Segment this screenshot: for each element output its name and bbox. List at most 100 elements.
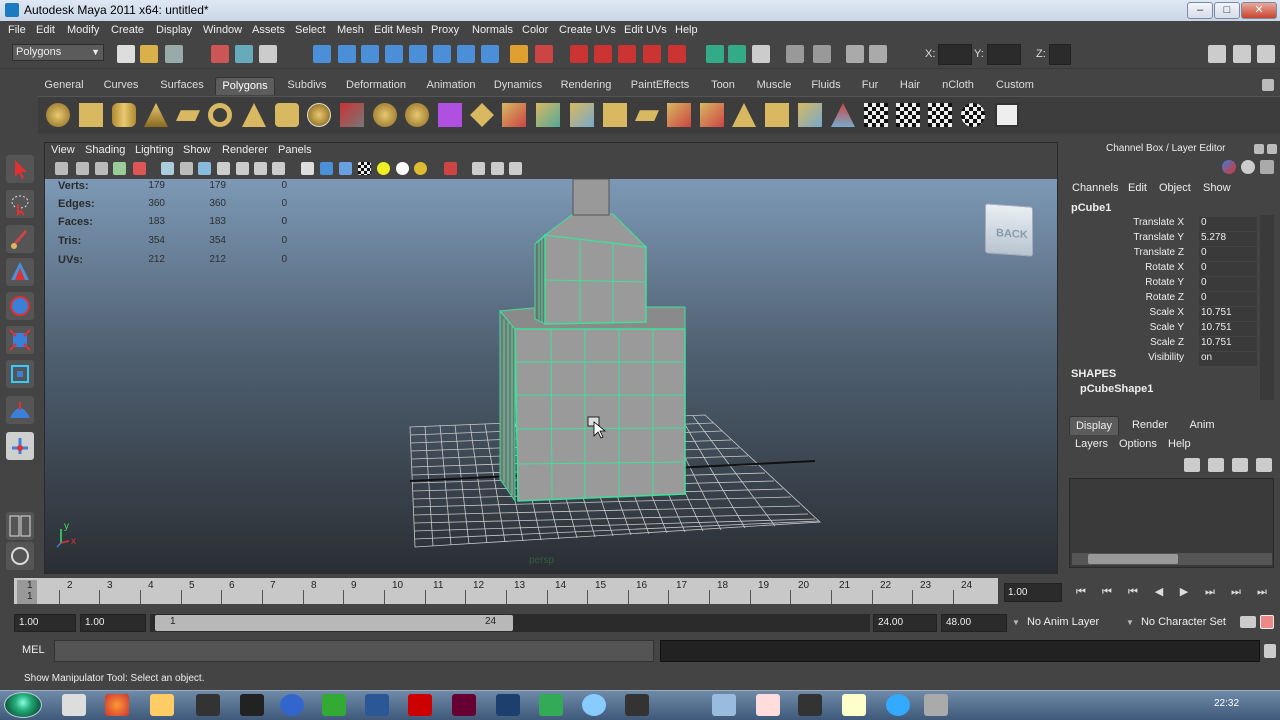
combine-icon[interactable]	[340, 103, 364, 127]
lasso-tool-icon[interactable]	[6, 190, 34, 218]
taskbar-dreamweaver-icon[interactable]	[539, 694, 563, 716]
tab-surfaces[interactable]: Surfaces	[154, 77, 210, 95]
playback-start-field[interactable]: 1.00	[80, 614, 146, 632]
isolate-select-icon[interactable]	[444, 162, 457, 175]
xray-icon[interactable]	[472, 162, 485, 175]
new-scene-icon[interactable]	[117, 45, 135, 63]
trash-icon[interactable]	[1262, 79, 1274, 91]
menu-mesh[interactable]: Mesh	[337, 24, 364, 36]
taskbar-photoshop-icon[interactable]	[496, 694, 520, 716]
bridge-icon[interactable]	[502, 103, 526, 127]
layer-tab-anim[interactable]: Anim	[1180, 416, 1224, 435]
wireframe-icon[interactable]	[301, 162, 314, 175]
channel-box-scrollbar[interactable]	[1260, 215, 1274, 400]
channel-rotate-z[interactable]: Rotate Z 0	[1068, 292, 1258, 306]
taskbar-app-icon[interactable]	[756, 694, 780, 716]
close-button[interactable]: ✕	[1241, 2, 1277, 19]
cylindrical-map-icon[interactable]	[896, 103, 920, 127]
help-icon[interactable]	[481, 45, 499, 63]
script-editor-icon[interactable]	[1264, 644, 1276, 658]
panel-menu-show[interactable]: Show	[183, 144, 211, 156]
attribute-editor-toggle-icon[interactable]	[1208, 45, 1226, 63]
tab-painteffects[interactable]: PaintEffects	[625, 77, 695, 95]
menu-create[interactable]: Create	[111, 24, 144, 36]
key-icon[interactable]	[1240, 616, 1256, 628]
separate-icon[interactable]	[373, 103, 397, 127]
layer-list[interactable]	[1069, 478, 1274, 568]
layer-menu-layers[interactable]: Layers	[1075, 438, 1108, 450]
channel-value[interactable]: 5.278	[1199, 232, 1257, 246]
snap-plane-icon[interactable]	[385, 45, 403, 63]
range-slider-handle[interactable]	[155, 615, 513, 631]
selection-mask-icon[interactable]	[535, 45, 553, 63]
use-default-lighting-icon[interactable]	[377, 162, 390, 175]
snap-magnet-icon[interactable]	[594, 45, 612, 63]
channel-value[interactable]: 10.751	[1199, 337, 1257, 351]
taskbar-app-icon[interactable]	[842, 694, 866, 716]
soft-modification-icon[interactable]	[6, 396, 34, 424]
layer-tab-display[interactable]: Display	[1069, 416, 1119, 435]
panel-menu-renderer[interactable]: Renderer	[222, 144, 268, 156]
y-input[interactable]	[987, 44, 1021, 65]
scale-tool-icon[interactable]	[6, 326, 34, 354]
menu-modify[interactable]: Modify	[67, 24, 99, 36]
snap-grid-icon[interactable]	[313, 45, 331, 63]
command-language-label[interactable]: MEL	[22, 644, 45, 656]
tab-muscle[interactable]: Muscle	[752, 77, 796, 95]
channel-value[interactable]: 0	[1199, 292, 1257, 306]
poly-soccer-ball-icon[interactable]	[307, 103, 331, 127]
taskbar-app-icon[interactable]	[924, 694, 948, 716]
taskbar-app-icon[interactable]	[798, 694, 822, 716]
perspective-viewport[interactable]: Verts: 179 179 0 Edges: 360 360 0 Faces:…	[45, 179, 1057, 573]
lock-icon[interactable]	[510, 45, 528, 63]
channel-menu-show[interactable]: Show	[1203, 182, 1231, 194]
go-to-end-icon[interactable]: ⏭	[1255, 585, 1269, 599]
channel-menu-edit[interactable]: Edit	[1128, 182, 1147, 194]
make-live-icon[interactable]	[409, 45, 427, 63]
animation-preferences-icon[interactable]	[1260, 615, 1274, 629]
channel-scale-x[interactable]: Scale X 10.751	[1068, 307, 1258, 321]
start-button-icon[interactable]	[4, 692, 42, 718]
channel-value[interactable]: 0	[1199, 277, 1257, 291]
close-panel-icon[interactable]	[1267, 144, 1277, 154]
channel-rotate-x[interactable]: Rotate X 0	[1068, 262, 1258, 276]
resolution-gate-icon[interactable]	[198, 162, 211, 175]
move-layer-down-icon[interactable]	[1208, 458, 1224, 472]
channel-box-options-icon[interactable]	[1222, 160, 1236, 174]
minimize-button[interactable]: –	[1187, 2, 1213, 19]
paint-select-tool-icon[interactable]	[6, 225, 34, 253]
duplicate-face-icon[interactable]	[798, 103, 822, 127]
menu-select[interactable]: Select	[295, 24, 326, 36]
channel-value[interactable]: on	[1199, 352, 1257, 366]
x-input[interactable]	[938, 44, 972, 65]
wireframe-on-shaded-icon[interactable]	[339, 162, 352, 175]
panel-menu-lighting[interactable]: Lighting	[135, 144, 174, 156]
channel-scale-z[interactable]: Scale Z 10.751	[1068, 337, 1258, 351]
universal-manipulator-icon[interactable]	[6, 360, 34, 388]
current-time-field[interactable]: 1.00	[1004, 583, 1062, 602]
tab-toon[interactable]: Toon	[702, 77, 744, 95]
animation-end-field[interactable]: 48.00	[941, 614, 1007, 632]
tab-curves[interactable]: Curves	[96, 77, 146, 95]
menu-window[interactable]: Window	[203, 24, 242, 36]
channel-rotate-y[interactable]: Rotate Y 0	[1068, 277, 1258, 291]
maximize-button[interactable]: □	[1214, 2, 1240, 19]
snap-vertex-icon[interactable]	[618, 45, 636, 63]
menu-normals[interactable]: Normals	[472, 24, 513, 36]
tab-general[interactable]: General	[38, 77, 90, 95]
select-component-icon[interactable]	[259, 45, 277, 63]
xray-joints-icon[interactable]	[491, 162, 504, 175]
use-all-lights-icon[interactable]	[396, 162, 409, 175]
menu-assets[interactable]: Assets	[252, 24, 285, 36]
taskbar-firefox-icon[interactable]	[105, 694, 129, 716]
channel-translate-z[interactable]: Translate Z 0	[1068, 247, 1258, 261]
snap-live-icon[interactable]	[668, 45, 686, 63]
bookmarks-icon[interactable]	[95, 162, 108, 175]
step-forward-frame-icon[interactable]: ⏭	[1229, 585, 1243, 599]
channel-translate-y[interactable]: Translate Y 5.278	[1068, 232, 1258, 246]
panel-menu-view[interactable]: View	[51, 144, 75, 156]
select-camera-icon[interactable]	[55, 162, 68, 175]
two-d-pan-zoom-icon[interactable]	[133, 162, 146, 175]
smooth-icon[interactable]	[405, 103, 429, 127]
shape-node-name[interactable]: pCubeShape1	[1080, 383, 1153, 395]
